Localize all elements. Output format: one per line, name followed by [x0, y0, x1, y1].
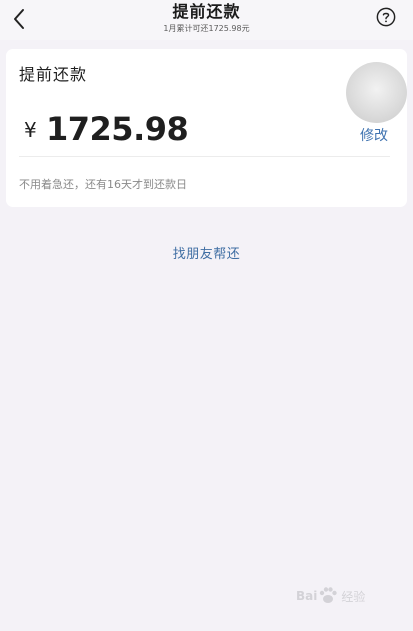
currency-symbol: ¥ [24, 118, 37, 142]
paw-icon [320, 587, 338, 603]
baidu-watermark: Bai 经验 [296, 578, 401, 614]
card-title: 提前还款 [19, 65, 88, 84]
title-block: 提前还款 1月累计可还1725.98元 [0, 2, 413, 34]
repayment-amount: 1725.98 [46, 110, 189, 148]
ask-friend-link[interactable]: 找朋友帮还 [0, 243, 413, 262]
page-title: 提前还款 [172, 2, 241, 21]
watermark-text: Bai [296, 589, 318, 603]
question-circle-icon [376, 7, 396, 27]
help-button[interactable] [376, 7, 396, 27]
page-subtitle: 1月累计可还1725.98元 [163, 24, 250, 33]
watermark-suffix: 经验 [341, 589, 366, 604]
divider [19, 156, 390, 157]
repayment-card: 提前还款 ¥ 1725.98 修改 不用着急还，还有16天才到还款日 [6, 49, 407, 207]
modify-button[interactable]: 修改 [360, 125, 388, 145]
avatar [346, 62, 407, 123]
top-bar: 提前还款 1月累计可还1725.98元 [0, 0, 413, 40]
due-hint: 不用着急还，还有16天才到还款日 [19, 178, 187, 191]
